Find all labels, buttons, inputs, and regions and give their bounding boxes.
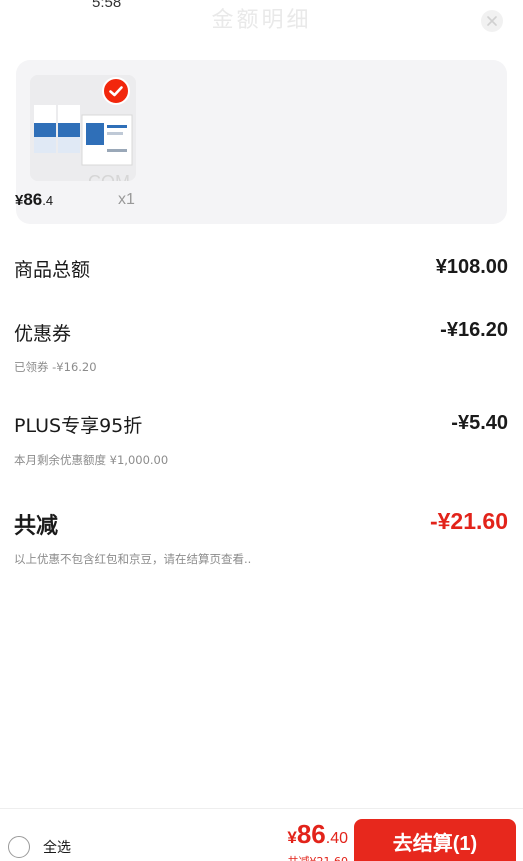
svg-text:.COM: .COM	[83, 172, 130, 181]
goods-total-value: ¥108.00	[435, 256, 508, 278]
checkout-bar: 全选 ¥86.40 共减¥21.60 去结算(1)	[0, 808, 523, 861]
checkout-button[interactable]: 去结算(1)	[354, 819, 516, 861]
goods-total-label: 商品总额	[14, 259, 91, 281]
plus-discount-note: 本月剩余优惠额度 ¥1,000.00	[14, 453, 169, 467]
selected-check-badge[interactable]	[102, 77, 130, 105]
product-quantity: x1	[118, 191, 135, 208]
plus-discount-value: -¥5.40	[451, 412, 508, 434]
coupon-label: 优惠券	[14, 323, 72, 345]
coupon-note: 已领券 -¥16.20	[14, 360, 97, 374]
plus-discount-label: PLUS专享95折	[14, 415, 143, 437]
product-price-decimal: .4	[42, 193, 54, 208]
coupon-value: -¥16.20	[440, 319, 508, 341]
product-price: ¥86.4	[15, 190, 53, 210]
checkout-price-decimal: .40	[325, 830, 348, 847]
check-icon	[109, 86, 123, 97]
product-price-integer: 86	[23, 190, 43, 209]
total-reduction-note: 以上优惠不包含红包和京豆，请在结算页查看..	[14, 552, 252, 566]
total-reduction-value: -¥21.60	[429, 508, 508, 534]
close-icon	[487, 16, 497, 26]
select-all-label[interactable]: 全选	[43, 837, 71, 857]
page-title: 金额明细	[211, 8, 312, 33]
checkout-total-price: ¥86.40	[287, 819, 348, 850]
total-reduction-label: 共减	[14, 514, 59, 539]
product-card[interactable]: .COM	[16, 60, 507, 224]
checkout-price-symbol: ¥	[287, 828, 297, 847]
select-all-radio[interactable]	[8, 836, 30, 858]
checkout-discount-summary[interactable]: 共减¥21.60	[288, 853, 349, 861]
close-button[interactable]	[481, 10, 503, 32]
checkout-price-integer: 86	[296, 819, 326, 849]
amount-detail-page: 5:58 金额明细 .COM	[0, 0, 523, 861]
